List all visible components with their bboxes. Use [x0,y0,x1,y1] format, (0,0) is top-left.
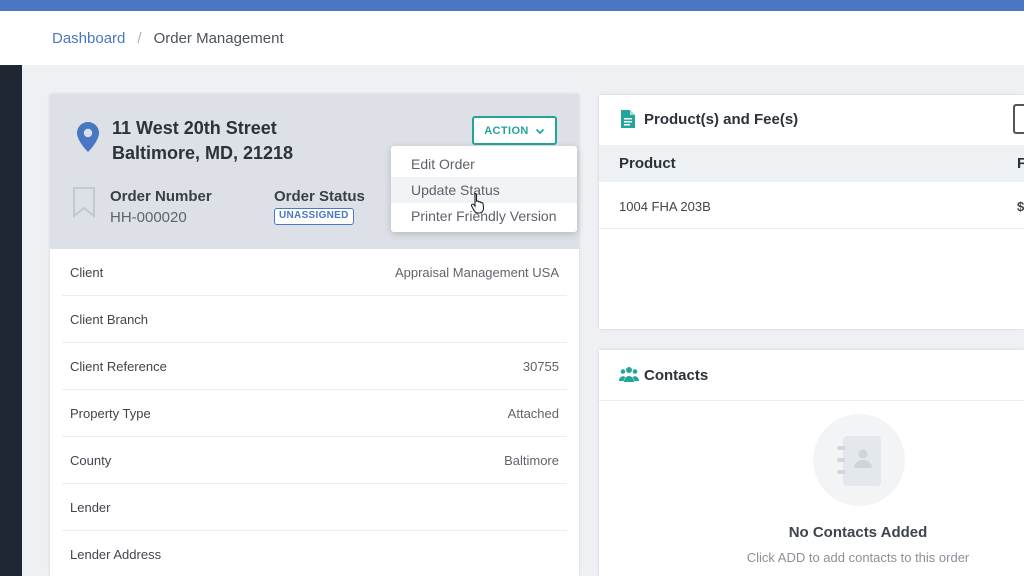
detail-row-client: Client Appraisal Management USA [62,249,567,296]
column-header-fee: F [1017,155,1024,172]
top-bar [0,0,1024,11]
document-icon [621,110,635,128]
detail-label: Client Reference [70,358,167,374]
table-row: 1004 FHA 203B $ [599,182,1024,229]
action-button[interactable]: ACTION [472,116,557,145]
empty-state-title: No Contacts Added [788,524,928,541]
detail-value: Appraisal Management USA [394,264,559,280]
detail-label: Client [70,264,104,280]
order-number-value: HH-000020 [110,209,187,226]
detail-row-county: County Baltimore [62,437,567,484]
menu-item-edit-order[interactable]: Edit Order [391,151,577,177]
divider [599,400,1024,401]
detail-row-lender-address: Lender Address [62,531,567,576]
detail-label: Client Branch [70,311,149,327]
product-name: 1004 FHA 203B [619,199,711,214]
detail-row-property-type: Property Type Attached [62,390,567,437]
chevron-down-icon [535,128,544,134]
detail-row-client-branch: Client Branch [62,296,567,343]
detail-value: 30755 [522,358,559,374]
breadcrumb: Dashboard / Order Management [0,11,1024,65]
order-status-label: Order Status [274,188,365,205]
breadcrumb-current: Order Management [153,29,284,47]
contacts-card: Contacts No Contacts Added Click ADD to … [599,350,1024,576]
detail-value: Attached [507,405,559,421]
product-fee: $ [1017,199,1024,214]
breadcrumb-separator: / [137,29,142,47]
products-table-header: Product F [599,145,1024,182]
detail-label: Lender Address [70,546,162,562]
detail-label: Property Type [70,405,151,421]
detail-row-client-reference: Client Reference 30755 [62,343,567,390]
detail-value: Baltimore [504,452,559,468]
detail-label: County [70,452,112,468]
map-pin-icon [77,122,99,152]
breadcrumb-dashboard-link[interactable]: Dashboard [52,30,125,47]
status-badge: UNASSIGNED [274,208,354,225]
contacts-title: Contacts [644,367,709,384]
bookmark-icon [73,187,95,218]
address-line-2: Baltimore, MD, 21218 [112,143,294,163]
action-button-label: ACTION [484,124,529,137]
add-product-button[interactable] [1013,104,1024,134]
order-number-label: Order Number [110,188,212,205]
detail-label: Lender [70,499,111,515]
address-book-icon [813,414,905,506]
sidebar [0,63,22,576]
column-header-product: Product [619,155,676,172]
products-card: Product(s) and Fee(s) Product F 1004 FHA… [599,95,1024,329]
pointer-cursor-icon [470,192,485,214]
detail-row-lender: Lender [62,484,567,531]
products-title: Product(s) and Fee(s) [644,111,799,128]
empty-state-subtitle: Click ADD to add contacts to this order [746,550,970,565]
address-line-1: 11 West 20th Street [112,118,277,138]
action-dropdown-menu: Edit Order Update Status Printer Friendl… [391,146,577,232]
users-icon [619,367,639,382]
